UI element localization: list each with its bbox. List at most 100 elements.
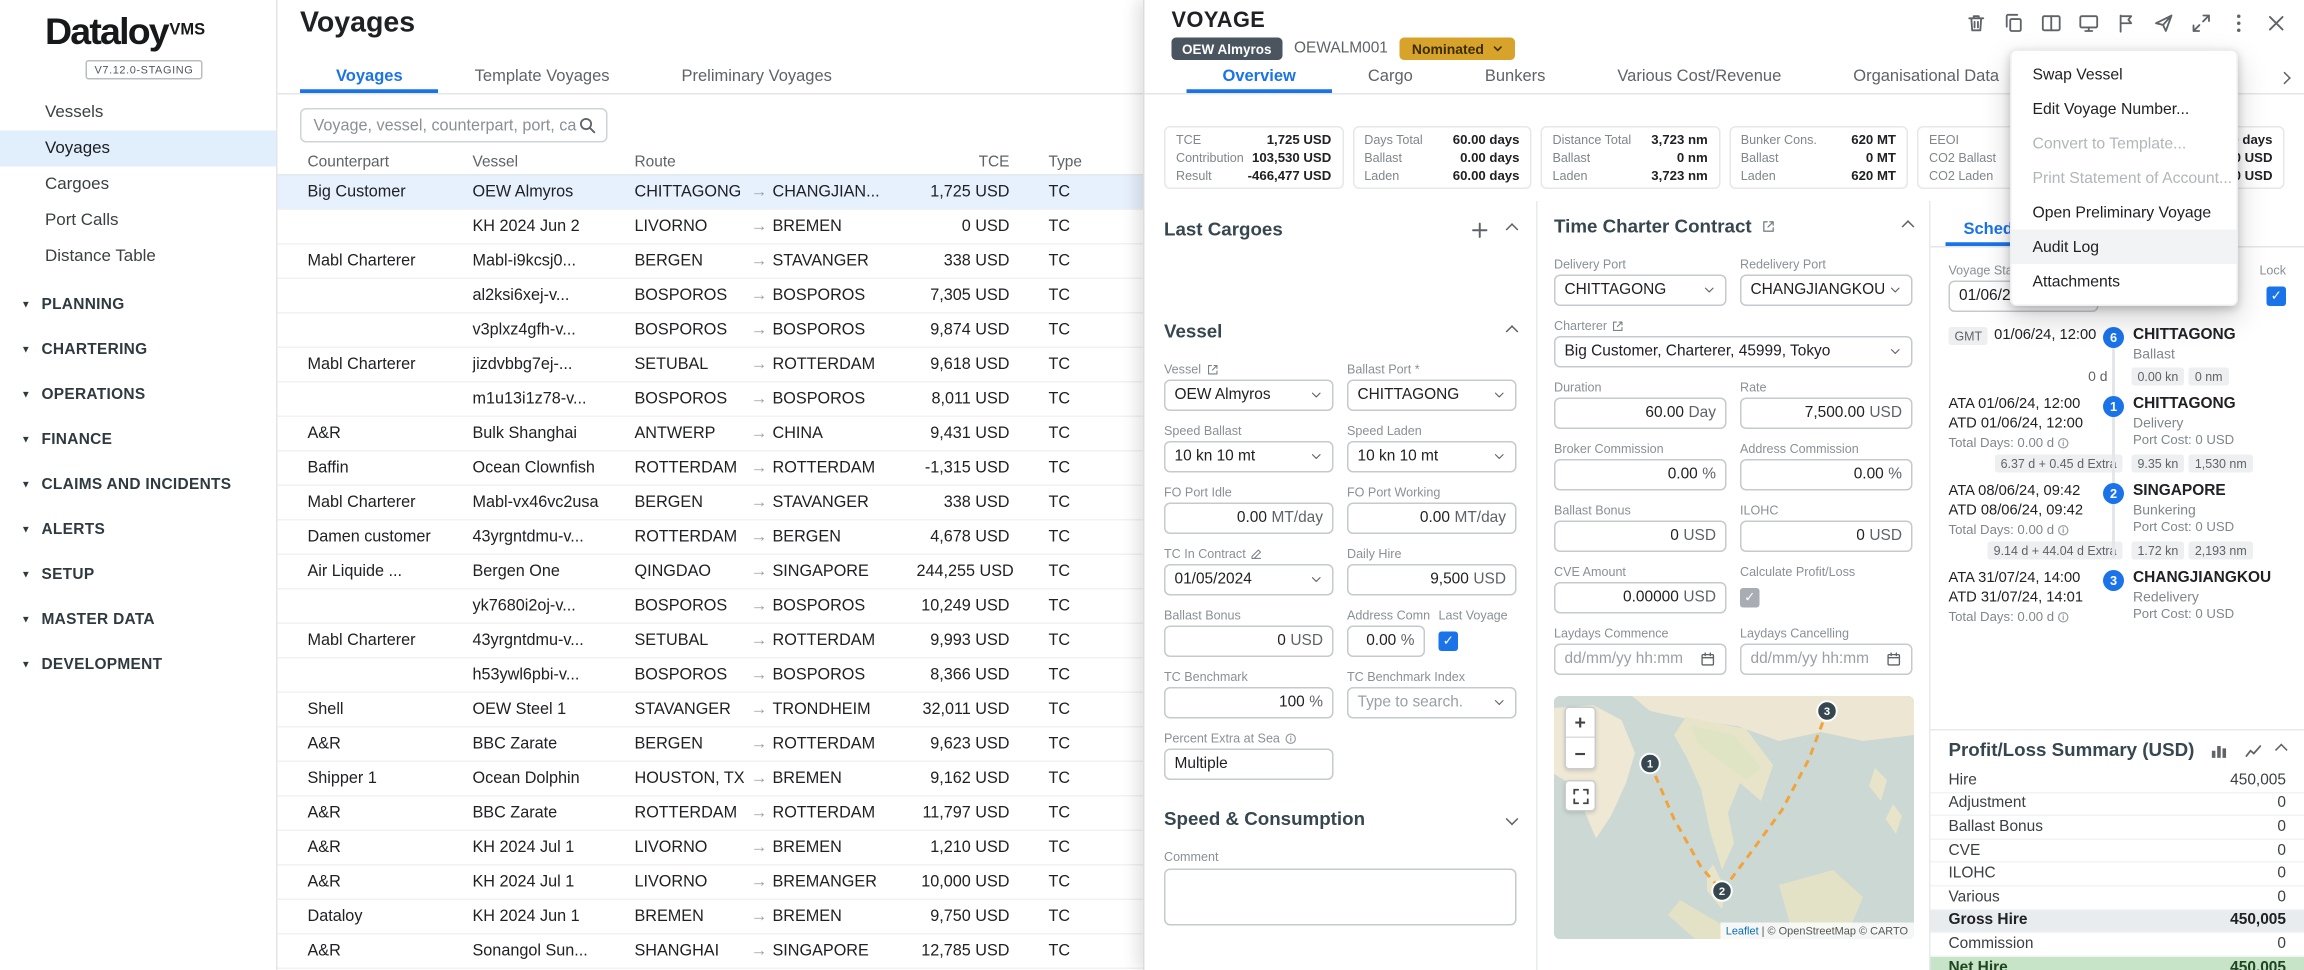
delete-button[interactable] [1964,11,1990,37]
field-fo-port-idle[interactable]: 0.00MT/day [1164,503,1334,535]
main-tab-template-voyages[interactable]: Template Voyages [439,60,646,93]
field-percent-extra-at-sea[interactable]: Multiple [1164,749,1334,781]
field-laydays-cancelling[interactable]: dd/mm/yy hh:mm [1740,644,1913,676]
expand-section-icon[interactable] [1506,813,1519,826]
split-button[interactable] [2039,11,2065,37]
external-link-icon[interactable] [1761,219,1776,234]
bar-chart-icon[interactable] [2209,740,2228,760]
panel-tab-various-cost-revenue[interactable]: Various Cost/Revenue [1581,60,1817,93]
main-tab-preliminary-voyages[interactable]: Preliminary Voyages [645,60,867,93]
field-redelivery-port[interactable]: CHANGJIANGKOU [1740,275,1913,307]
menu-item-print-statement-of-account[interactable]: Print Statement of Account... [2012,161,2237,196]
comment-textarea[interactable] [1164,869,1517,926]
cell-tce: 11,797 USD [917,804,1010,822]
collapse-icon[interactable] [1902,220,1915,233]
send-button[interactable] [2151,11,2177,37]
collapse-icon[interactable] [2275,744,2288,757]
sidebar-section-setup[interactable]: ▼SETUP [0,552,276,597]
menu-item-convert-to-template[interactable]: Convert to Template... [2012,126,2237,161]
sidebar-item-port-calls[interactable]: Port Calls [0,203,276,239]
field-calculate-profit-loss-checkbox[interactable]: ✓ [1740,588,1760,608]
menu-item-open-preliminary-voyage[interactable]: Open Preliminary Voyage [2012,195,2237,230]
panel-tab-organisational-data[interactable]: Organisational Data [1817,60,2035,93]
panel-tab-cargo[interactable]: Cargo [1332,60,1449,93]
collapse-icon[interactable] [1506,223,1519,236]
col-header-route[interactable]: Route [635,154,917,171]
map-marker-1[interactable]: 1 [1640,754,1660,774]
cell-type: TC [1010,804,1100,822]
itinerary-stop-2[interactable]: ATA 08/06/24, 09:42ATD 08/06/24, 09:42To… [1949,483,2287,537]
search-input[interactable] [314,116,578,134]
copy-button[interactable] [2001,11,2027,37]
field-cve-amount[interactable]: 0.00000USD [1554,582,1727,614]
flag-button[interactable] [2114,11,2140,37]
menu-item-swap-vessel[interactable]: Swap Vessel [2012,57,2237,92]
sidebar-item-vessels[interactable]: Vessels [0,95,276,131]
sidebar-item-cargoes[interactable]: Cargoes [0,167,276,203]
menu-item-edit-voyage-number[interactable]: Edit Voyage Number... [2012,92,2237,127]
field-speed-ballast[interactable]: 10 kn 10 mt [1164,441,1334,473]
menu-item-attachments[interactable]: Attachments [2012,264,2237,299]
field-ballast-bonus[interactable]: 0USD [1554,521,1727,553]
sidebar-item-voyages[interactable]: Voyages [0,131,276,167]
field-delivery-port[interactable]: CHITTAGONG [1554,275,1727,307]
field-ballast-bonus[interactable]: 0USD [1164,626,1334,658]
sidebar-section-claims-and-incidents[interactable]: ▼CLAIMS AND INCIDENTS [0,462,276,507]
field-fo-port-working[interactable]: 0.00MT/day [1347,503,1517,535]
expand-button[interactable] [2189,11,2215,37]
more-button[interactable] [2226,11,2252,37]
cell-counterpart: Mabl Charterer [278,252,473,270]
field-last-voyage-checkbox[interactable]: ✓ [1439,632,1459,652]
route-arrow-icon: → [746,356,773,374]
field-duration[interactable]: 60.00Day [1554,398,1727,430]
itinerary-stop-0[interactable]: GMT01/06/24, 12:00 6 CHITTAGONG Ballast [1949,327,2287,363]
field-ballast-port[interactable]: CHITTAGONG [1347,380,1517,412]
field-tc-in-contract[interactable]: 01/05/2024 [1164,564,1334,596]
zoom-out-button[interactable]: − [1566,738,1595,768]
field-address-comn[interactable]: 0.00% [1347,626,1425,658]
sidebar-section-chartering[interactable]: ▼CHARTERING [0,327,276,372]
col-header-tce[interactable]: TCE [917,154,1010,171]
field-laydays-commence[interactable]: dd/mm/yy hh:mm [1554,644,1727,676]
sidebar-section-master-data[interactable]: ▼MASTER DATA [0,597,276,642]
map-marker-2[interactable]: 2 [1712,881,1732,901]
field-ilohc[interactable]: 0USD [1740,521,1913,553]
col-header-vessel[interactable]: Vessel [473,154,635,171]
itinerary-stop-1[interactable]: ATA 01/06/24, 12:00ATD 01/06/24, 12:00To… [1949,396,2287,450]
fullscreen-button[interactable] [1565,780,1597,812]
sidebar-section-alerts[interactable]: ▼ALERTS [0,507,276,552]
field-rate[interactable]: 7,500.00USD [1740,398,1913,430]
zoom-in-button[interactable]: + [1566,708,1595,738]
sidebar-section-development[interactable]: ▼DEVELOPMENT [0,642,276,687]
panel-tab-overview[interactable]: Overview [1187,60,1332,93]
line-chart-icon[interactable] [2243,740,2262,760]
main-tab-voyages[interactable]: Voyages [300,60,439,93]
col-header-counterpart[interactable]: Counterpart [278,154,473,171]
field-speed-laden[interactable]: 10 kn 10 mt [1347,441,1517,473]
sidebar-item-distance-table[interactable]: Distance Table [0,239,276,275]
field-address-commission[interactable]: 0.00% [1740,459,1913,491]
field-daily-hire[interactable]: 9,500USD [1347,564,1517,596]
itinerary-stop-3[interactable]: ATA 31/07/24, 14:00ATD 31/07/24, 14:01To… [1949,570,2287,624]
voyage-map[interactable]: 123 + − Leaflet | © OpenStreetMap © CART… [1554,696,1914,939]
lock-checkbox[interactable]: ✓ [2267,287,2287,307]
collapse-icon[interactable] [1506,325,1519,338]
status-dropdown[interactable]: Nominated [1400,38,1516,61]
menu-item-audit-log[interactable]: Audit Log [2012,230,2237,265]
field-broker-commission[interactable]: 0.00% [1554,459,1727,491]
sidebar-section-planning[interactable]: ▼PLANNING [0,282,276,327]
sidebar-section-finance[interactable]: ▼FINANCE [0,417,276,462]
field-vessel[interactable]: OEW Almyros [1164,380,1334,412]
field-charterer[interactable]: Big Customer, Charterer, 45999, Tokyo [1554,336,1913,368]
panel-tab-bunkers[interactable]: Bunkers [1449,60,1582,93]
leaflet-link[interactable]: Leaflet [1726,924,1759,938]
map-marker-3[interactable]: 3 [1817,701,1837,721]
close-button[interactable] [2264,11,2290,37]
field-tc-benchmark-index[interactable]: Type to search. [1347,687,1517,719]
panel-collapse-button[interactable] [2273,66,2297,90]
sidebar-section-operations[interactable]: ▼OPERATIONS [0,372,276,417]
present-button[interactable] [2076,11,2102,37]
col-header-type[interactable]: Type [1010,154,1100,171]
field-tc-benchmark[interactable]: 100% [1164,687,1334,719]
add-icon[interactable] [1470,220,1490,240]
